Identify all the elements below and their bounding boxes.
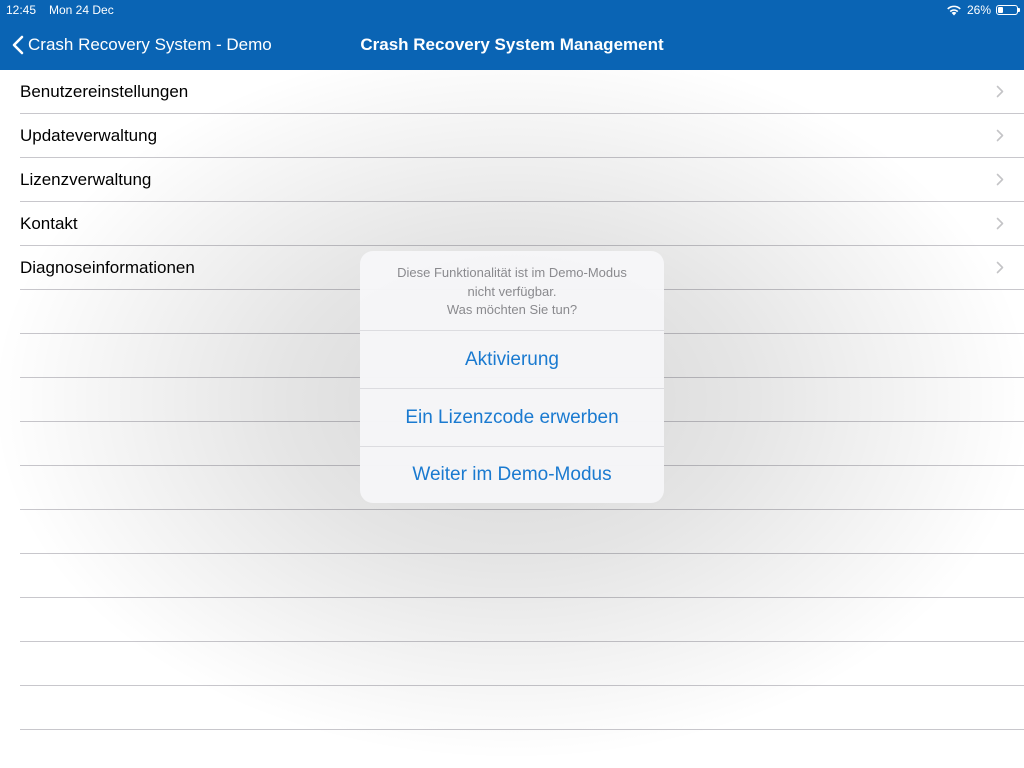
status-bar: 12:45 Mon 24 Dec 26% [0, 0, 1024, 20]
chevron-right-icon [996, 261, 1004, 274]
app-screen: 12:45 Mon 24 Dec 26% Crash Recovery Syst… [0, 0, 1024, 768]
list-item-label: Kontakt [20, 213, 78, 233]
activation-button[interactable]: Aktivierung [360, 331, 664, 389]
list-item-kontakt[interactable]: Kontakt [20, 202, 1024, 246]
back-button[interactable]: Crash Recovery System - Demo [12, 20, 272, 70]
alert-message-line: Was möchten Sie tun? [446, 302, 578, 317]
continue-demo-button[interactable]: Weiter im Demo-Modus [360, 447, 664, 503]
empty-row [20, 510, 1024, 554]
battery-icon [996, 5, 1020, 15]
buy-license-code-button[interactable]: Ein Lizenzcode erwerben [360, 389, 664, 447]
back-button-label: Crash Recovery System - Demo [28, 35, 272, 54]
chevron-right-icon [996, 85, 1004, 98]
battery-percent: 26% [966, 3, 991, 17]
list-item-label: Benutzereinstellungen [20, 81, 189, 101]
top-bar: 12:45 Mon 24 Dec 26% Crash Recovery Syst… [0, 0, 1024, 70]
list-item-label: Updateverwaltung [20, 125, 158, 145]
battery-level [998, 7, 1003, 13]
chevron-right-icon [996, 129, 1004, 142]
alert-message: Diese Funktionalität ist im Demo-Modus n… [360, 251, 664, 331]
demo-mode-alert: Diese Funktionalität ist im Demo-Modus n… [360, 251, 664, 503]
navigation-bar: Crash Recovery System - Demo Crash Recov… [0, 20, 1024, 70]
empty-row [20, 642, 1024, 686]
list-item-label: Lizenzverwaltung [20, 169, 152, 189]
list-item-benutzereinstellungen[interactable]: Benutzereinstellungen [20, 70, 1024, 114]
chevron-left-icon [12, 35, 24, 55]
empty-row [20, 598, 1024, 642]
status-date: Mon 24 Dec [49, 3, 114, 17]
empty-row [20, 686, 1024, 730]
alert-message-line: Diese Funktionalität ist im Demo-Modus [397, 265, 627, 280]
chevron-right-icon [996, 173, 1004, 186]
wifi-icon [947, 5, 961, 16]
list-item-updateverwaltung[interactable]: Updateverwaltung [20, 114, 1024, 158]
empty-row [20, 554, 1024, 598]
status-indicators: 26% [946, 0, 1020, 20]
alert-message-line: nicht verfügbar. [467, 283, 557, 299]
list-item-lizenzverwaltung[interactable]: Lizenzverwaltung [20, 158, 1024, 202]
status-time: 12:45 [6, 3, 37, 17]
chevron-right-icon [996, 217, 1004, 230]
